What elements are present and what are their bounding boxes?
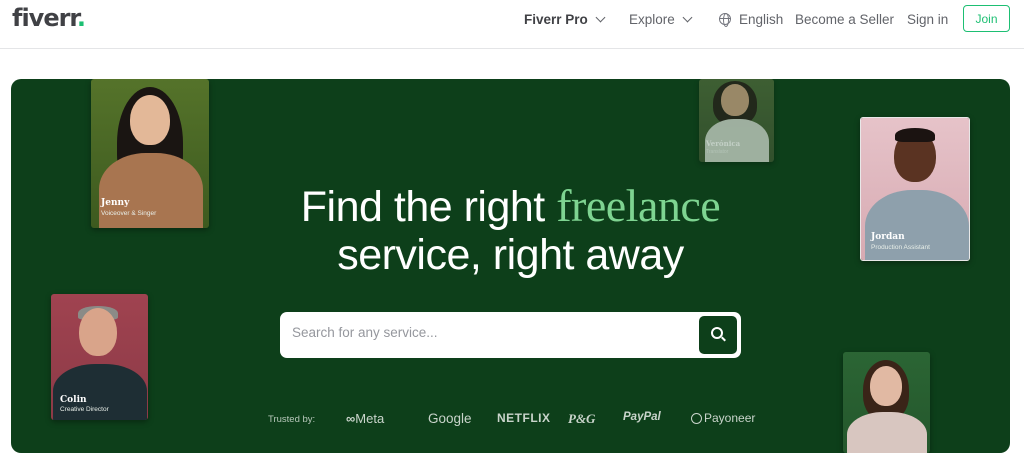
- brand-google: Google: [428, 411, 472, 426]
- top-header: fiverr. Fiverr Pro Explore English Becom…: [0, 0, 1024, 49]
- hero-title-line1: Find the right freelance: [11, 179, 1010, 232]
- brand-meta: ∞Meta: [346, 411, 385, 426]
- search-bar: [280, 312, 741, 358]
- nav-sign-in-label: Sign in: [907, 11, 949, 27]
- hero-title-line2: service, right away: [337, 231, 684, 279]
- hero-title-part1: Find the right: [300, 183, 557, 231]
- nav-explore[interactable]: Explore: [629, 10, 693, 28]
- card-name: Colin: [60, 395, 87, 405]
- freelancer-card-bottom[interactable]: [843, 352, 930, 453]
- nav-language[interactable]: English: [719, 10, 783, 28]
- nav-sign-in[interactable]: Sign in: [907, 10, 948, 28]
- brand-payoneer: Payoneer: [691, 411, 755, 425]
- hero-banner: Jenny Voiceover & Singer Verónica Transl…: [11, 79, 1010, 453]
- nav-become-seller[interactable]: Become a Seller: [795, 10, 894, 28]
- nav-explore-label: Explore: [629, 11, 675, 27]
- meta-logo-icon: ∞: [346, 411, 356, 426]
- hero-title-accent: freelance: [556, 180, 721, 231]
- card-role: Translator: [706, 149, 729, 155]
- brand-paypal: PayPal: [623, 411, 661, 423]
- trusted-by-label: Trusted by:: [268, 414, 316, 425]
- search-input[interactable]: [292, 325, 692, 340]
- payoneer-logo-icon: [691, 412, 702, 424]
- globe-icon: [719, 13, 731, 27]
- nav-fiverr-pro-label: Fiverr Pro: [524, 11, 588, 27]
- nav-fiverr-pro[interactable]: Fiverr Pro: [524, 10, 606, 28]
- freelancer-card-veronica[interactable]: Verónica Translator: [699, 79, 774, 162]
- freelancer-card-colin[interactable]: Colin Creative Director: [51, 294, 148, 420]
- nav-language-label: English: [739, 11, 784, 27]
- search-button[interactable]: [699, 316, 737, 354]
- join-button[interactable]: Join: [963, 5, 1010, 32]
- nav-become-seller-label: Become a Seller: [795, 11, 895, 27]
- brand-pg: P&G: [568, 411, 596, 426]
- card-role: Creative Director: [60, 406, 109, 413]
- card-name: Verónica: [706, 139, 741, 148]
- fiverr-logo[interactable]: fiverr.: [12, 4, 86, 32]
- brand-netflix: NETFLIX: [497, 411, 551, 425]
- chevron-down-icon: [682, 12, 693, 22]
- chevron-down-icon: [595, 12, 606, 22]
